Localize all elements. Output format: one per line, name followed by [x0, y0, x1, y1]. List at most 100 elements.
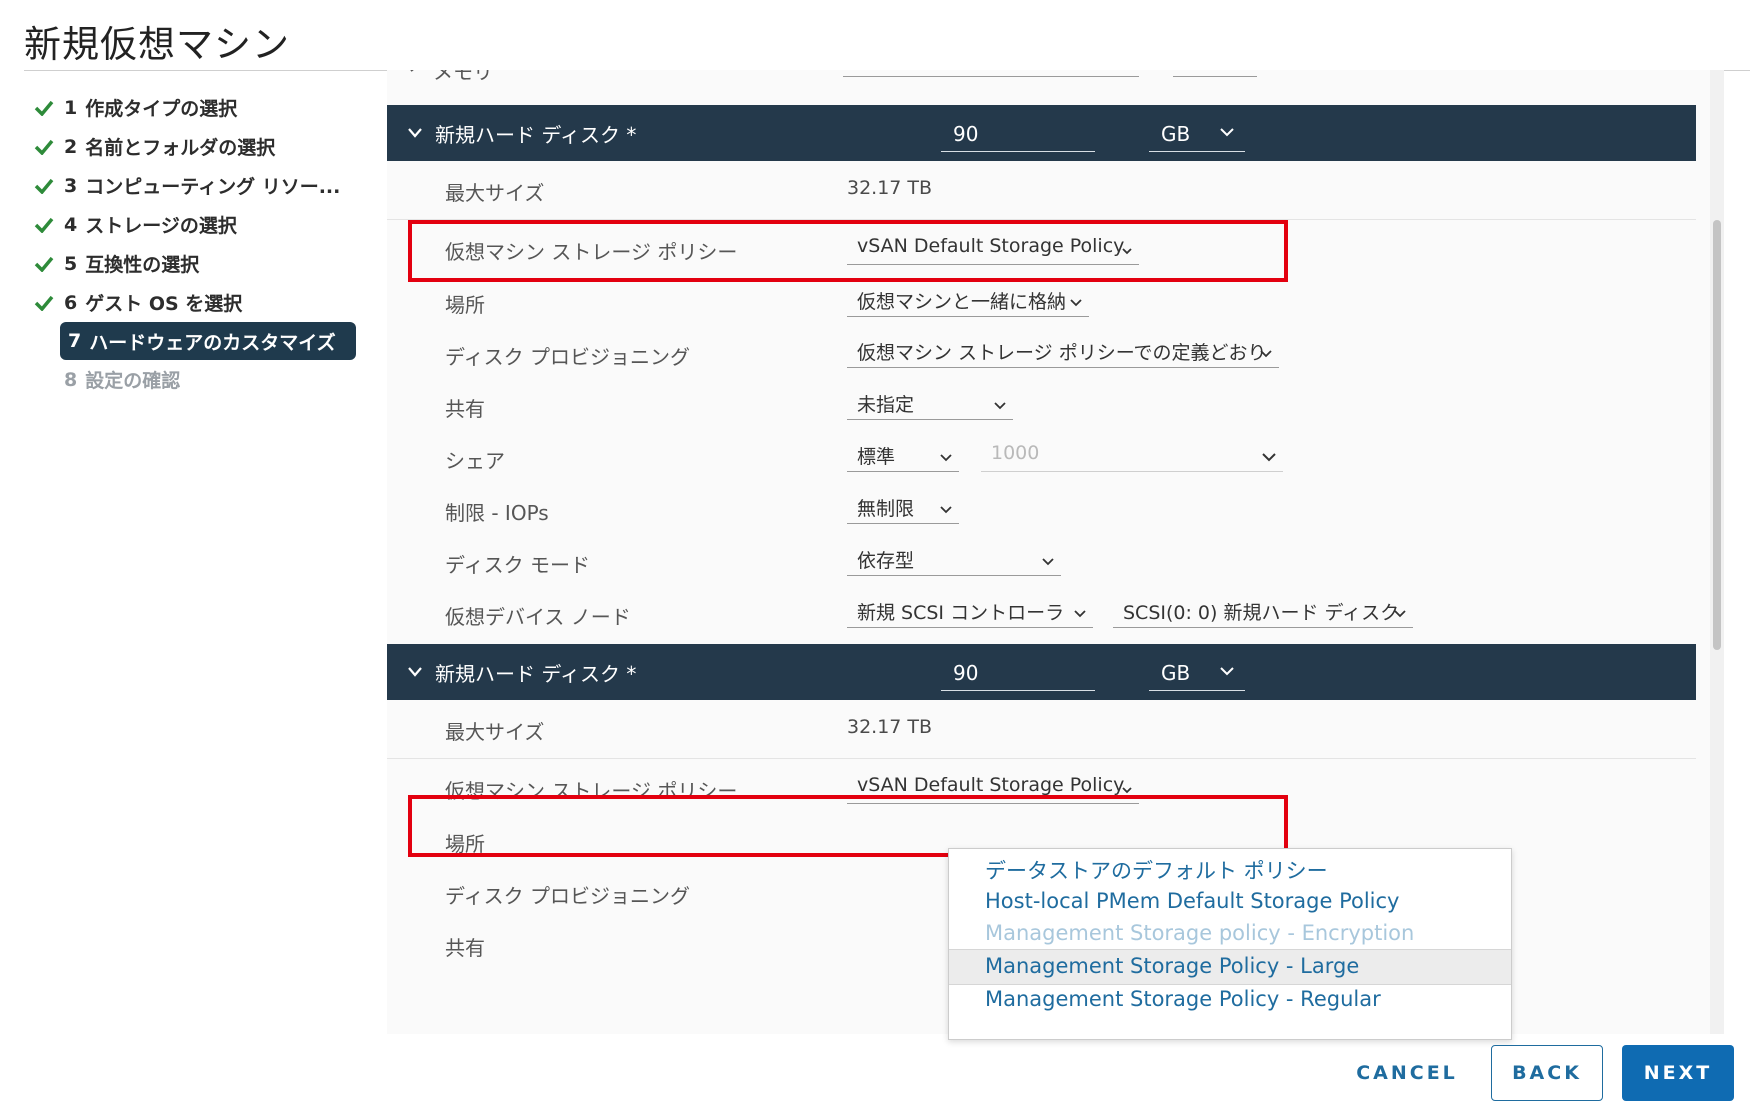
step-number: 3	[64, 174, 78, 197]
check-icon	[34, 139, 64, 155]
chevron-down-icon	[1220, 128, 1234, 137]
memory-row: メモリ 4 GB	[387, 70, 1696, 94]
check-icon	[34, 295, 64, 311]
step-label: 互換性の選択	[85, 254, 200, 276]
chevron-down-icon	[1041, 549, 1055, 571]
chevron-down-icon	[939, 497, 953, 519]
disk1-provisioning-select[interactable]: 仮想マシン ストレージ ポリシーでの定義どおり	[847, 331, 1279, 368]
disk2-size-input[interactable]: 90	[941, 652, 1095, 691]
step-8: 8 設定の確認	[34, 360, 364, 399]
sharing-label: 共有	[445, 936, 485, 960]
policy-dropdown-menu[interactable]: データストアのデフォルト ポリシー Host-local PMem Defaul…	[948, 848, 1512, 1040]
chevron-down-icon	[1261, 445, 1277, 467]
step-7-active[interactable]: 7 ハードウェアのカスタマイズ	[60, 322, 356, 360]
disk1-controller-select[interactable]: 新規 SCSI コントローラ	[847, 591, 1093, 628]
disk1-node-select[interactable]: SCSI(0: 0) 新規ハード ディスク	[1113, 591, 1413, 628]
disk1-sharing-select[interactable]: 未指定	[847, 383, 1013, 420]
max-size-label: 最大サイズ	[445, 181, 545, 205]
dropdown-option[interactable]: データストアのデフォルト ポリシー	[985, 855, 1328, 885]
disk1-size-input[interactable]: 90	[941, 113, 1095, 152]
chevron-down-icon	[993, 393, 1007, 415]
step-number: 5	[64, 252, 78, 275]
step-label: ストレージの選択	[85, 215, 237, 237]
device-node-label: 仮想デバイス ノード	[445, 605, 631, 629]
cancel-button[interactable]: CANCEL	[1342, 1045, 1472, 1101]
chevron-down-icon[interactable]	[407, 124, 423, 143]
step-3[interactable]: 3 コンピューティング リソー...	[34, 166, 364, 205]
wizard-steps: 1 作成タイプの選択 2 名前とフォルダの選択 3 コンピューティング リソー.…	[34, 88, 364, 399]
disk1-title: 新規ハード ディスク *	[435, 123, 637, 147]
disk1-device-node-row: 仮想デバイス ノード 新規 SCSI コントローラ SCSI(0: 0) 新規ハ…	[387, 585, 1696, 643]
step-number: 2	[64, 135, 78, 158]
back-button[interactable]: BACK	[1491, 1045, 1603, 1101]
disk2-title: 新規ハード ディスク *	[435, 662, 637, 686]
chevron-down-icon	[939, 445, 953, 467]
max-size-value: 32.17 TB	[847, 177, 933, 199]
disk2-header[interactable]: 新規ハード ディスク * 90 GB	[387, 644, 1696, 700]
disk1-shares-select[interactable]: 標準	[847, 435, 959, 472]
scrollbar-thumb[interactable]	[1713, 220, 1721, 650]
dropdown-option[interactable]: Management Storage Policy - Regular	[985, 987, 1381, 1011]
step-label: 設定の確認	[85, 370, 181, 392]
dropdown-option[interactable]: Host-local PMem Default Storage Policy	[985, 889, 1399, 913]
provisioning-label: ディスク プロビジョニング	[445, 884, 690, 908]
limit-iops-label: 制限 - IOPs	[445, 501, 549, 525]
chevron-down-icon	[1117, 70, 1133, 72]
provisioning-label: ディスク プロビジョニング	[445, 345, 690, 369]
shares-label: シェア	[445, 449, 505, 473]
panel-scrollbar[interactable]	[1710, 70, 1724, 1034]
disk2-unit-select[interactable]: GB	[1149, 652, 1245, 691]
step-number: 1	[64, 96, 78, 119]
disk1-max-size-row: 最大サイズ 32.17 TB	[387, 161, 1696, 220]
dropdown-option-disabled: Management Storage policy - Encryption	[985, 921, 1415, 945]
policy-highlight-box-1	[408, 220, 1288, 282]
step-5[interactable]: 5 互換性の選択	[34, 244, 364, 283]
sharing-label: 共有	[445, 397, 485, 421]
disk1-location-select[interactable]: 仮想マシンと一緒に格納	[847, 280, 1089, 317]
max-size-label: 最大サイズ	[445, 720, 545, 744]
step-label: ゲスト OS を選択	[85, 293, 243, 315]
disk1-header[interactable]: 新規ハード ディスク * 90 GB	[387, 105, 1696, 161]
check-icon	[34, 217, 64, 233]
chevron-right-icon[interactable]	[407, 70, 421, 77]
chevron-down-icon	[1239, 70, 1251, 72]
disk1-shares-row: シェア 標準 1000	[387, 429, 1696, 488]
check-icon	[34, 100, 64, 116]
dialog-title: 新規仮想マシン	[24, 23, 290, 66]
step-number: 4	[64, 213, 78, 236]
max-size-value: 32.17 TB	[847, 716, 933, 738]
disk1-unit-select[interactable]: GB	[1149, 113, 1245, 152]
chevron-down-icon[interactable]	[407, 663, 423, 682]
disk2-max-size-row: 最大サイズ 32.17 TB	[387, 700, 1696, 759]
disk1-limit-row: 制限 - IOPs 無制限	[387, 481, 1696, 540]
chevron-down-icon	[1069, 290, 1083, 312]
step-number: 8	[64, 368, 78, 391]
step-label: 名前とフォルダの選択	[85, 137, 276, 159]
step-label: コンピューティング リソー...	[85, 176, 341, 198]
check-icon	[34, 178, 64, 194]
memory-input[interactable]: 4	[843, 70, 1139, 77]
disk1-shares-amount-input: 1000	[981, 435, 1283, 472]
step-number: 6	[64, 291, 78, 314]
check-icon	[34, 256, 64, 272]
next-button[interactable]: NEXT	[1622, 1045, 1734, 1101]
step-1[interactable]: 1 作成タイプの選択	[34, 88, 364, 127]
chevron-down-icon	[1073, 601, 1087, 623]
step-label: 作成タイプの選択	[85, 98, 238, 120]
chevron-down-icon	[1393, 601, 1407, 623]
disk1-limit-select[interactable]: 無制限	[847, 487, 959, 524]
location-label: 場所	[445, 293, 485, 317]
dropdown-option-hovered[interactable]: Management Storage Policy - Large	[985, 954, 1359, 978]
memory-unit-select[interactable]: GB	[1173, 70, 1257, 77]
step-6[interactable]: 6 ゲスト OS を選択	[34, 283, 364, 322]
step-label: ハードウェアのカスタマイズ	[89, 331, 336, 354]
disk1-sharing-row: 共有 未指定	[387, 377, 1696, 436]
step-2[interactable]: 2 名前とフォルダの選択	[34, 127, 364, 166]
step-4[interactable]: 4 ストレージの選択	[34, 205, 364, 244]
disk1-provisioning-row: ディスク プロビジョニング 仮想マシン ストレージ ポリシーでの定義どおり	[387, 325, 1696, 384]
step-number: 7	[68, 330, 82, 352]
disk1-disk-mode-row: ディスク モード 依存型	[387, 533, 1696, 592]
disk-mode-label: ディスク モード	[445, 553, 590, 577]
chevron-down-icon	[1259, 341, 1273, 363]
disk1-disk-mode-select[interactable]: 依存型	[847, 539, 1061, 576]
